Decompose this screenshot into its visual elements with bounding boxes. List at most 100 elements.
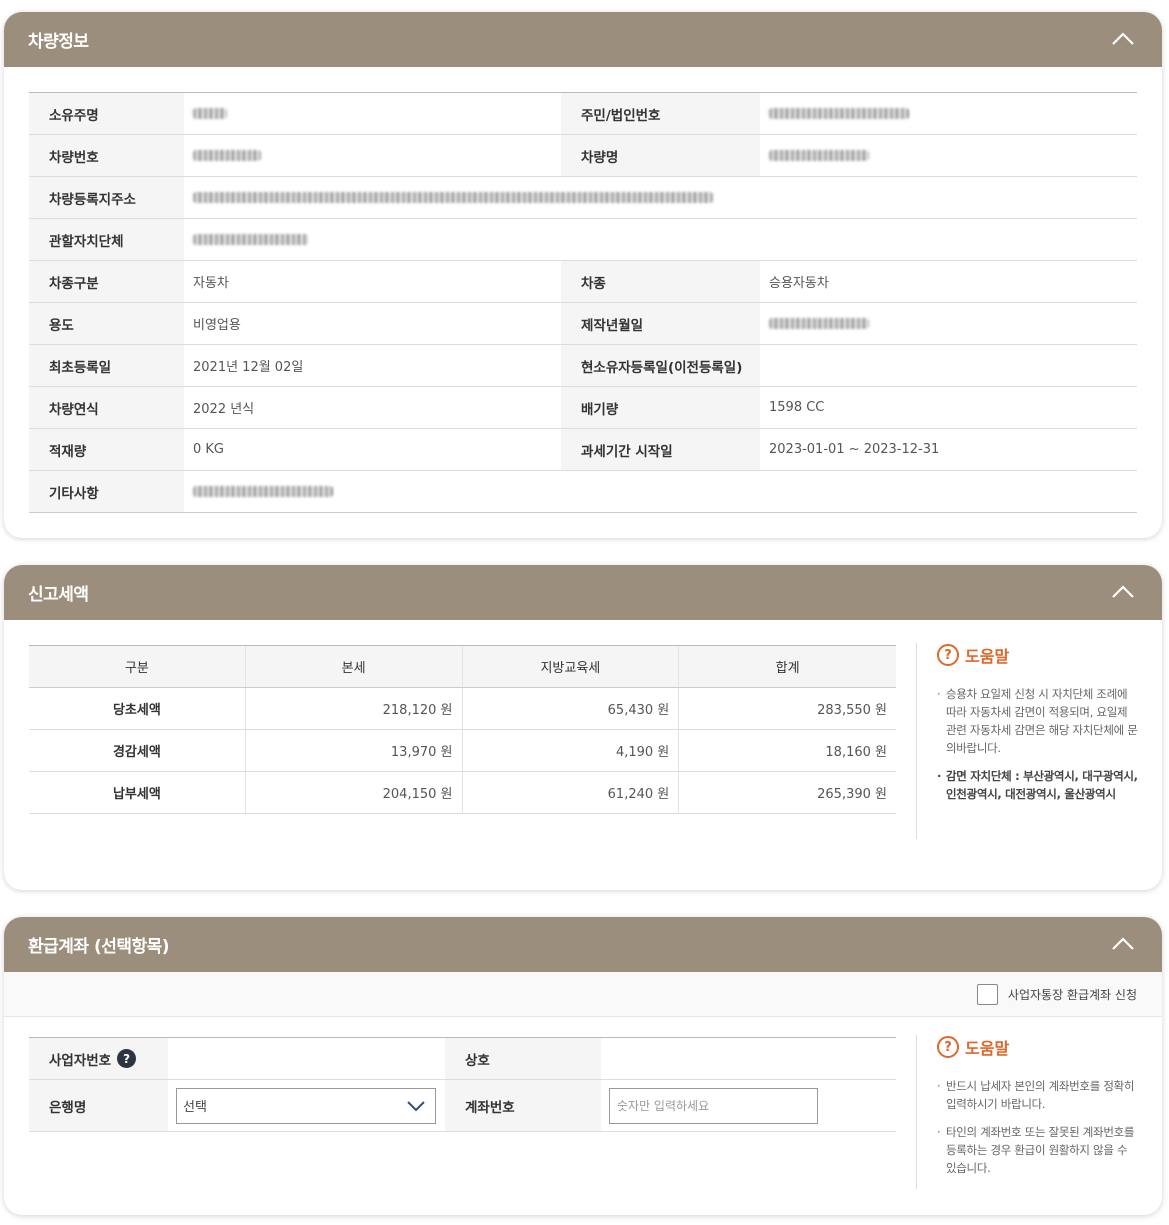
column-header: 구분 (29, 646, 246, 687)
load-capacity-label: 적재량 (29, 429, 184, 470)
table-row: 은행명 선택 계좌번호 (29, 1080, 896, 1132)
help-title-text: 도움말 (965, 647, 1010, 666)
tax-table: 구분 본세 지방교육세 합계 당초세액 218,120 원 65,430 원 2… (29, 645, 896, 814)
tax-period-label: 과세기간 시작일 (561, 429, 760, 470)
row-label: 경감세액 (29, 730, 246, 771)
address-value (184, 177, 1137, 218)
checkbox-box[interactable] (976, 984, 998, 1005)
business-no-value (168, 1038, 445, 1079)
refund-account-header[interactable]: 환급계좌 (선택항목) (4, 917, 1162, 972)
redacted-text (193, 192, 713, 203)
redacted-text (193, 234, 308, 245)
table-header-row: 구분 본세 지방교육세 합계 (29, 646, 896, 688)
displacement-label: 배기량 (561, 387, 760, 428)
redacted-text (193, 108, 227, 119)
local-gov-value (184, 219, 1137, 260)
help-list: 승용차 요일제 신청 시 자치단체 조례에 따라 자동차세 감면이 적용되며, … (937, 685, 1138, 803)
chevron-up-icon[interactable] (1110, 931, 1136, 957)
total-cell: 283,550 원 (817, 703, 887, 718)
owner-name-value (184, 93, 561, 134)
remarks-value (184, 471, 1137, 512)
vehicle-no-label: 차량번호 (29, 135, 184, 176)
panel-title: 차량정보 (28, 32, 89, 52)
table-row: 차량연식 2022 년식 배기량 1598 CC (29, 387, 1137, 429)
question-circle-icon: ? (937, 644, 959, 666)
declared-tax-header[interactable]: 신고세액 (4, 565, 1162, 620)
panel-title: 신고세액 (28, 585, 89, 605)
model-year-value: 2022 년식 (193, 402, 255, 417)
business-no-label: 사업자번호 ? (29, 1038, 168, 1079)
manufacture-date-value (760, 303, 1137, 344)
help-item: 반드시 납세자 본인의 계좌번호를 정확히 입력하시기 바랍니다. (937, 1077, 1138, 1113)
vehicle-info-header[interactable]: 차량정보 (4, 12, 1162, 67)
redacted-text (769, 150, 869, 161)
question-circle-icon: ? (937, 1036, 959, 1058)
help-title: ? 도움말 (937, 1035, 1138, 1059)
bank-select[interactable]: 선택 (176, 1087, 436, 1124)
column-header: 합계 (775, 661, 800, 676)
remarks-label: 기타사항 (29, 471, 184, 512)
resident-no-value (760, 93, 1137, 134)
total-cell: 18,160 원 (825, 745, 887, 760)
column-header: 본세 (246, 646, 463, 687)
help-box: ? 도움말 승용차 요일제 신청 시 자치단체 조례에 따라 자동차세 감면이 … (916, 643, 1138, 839)
resident-no-label: 주민/법인번호 (561, 93, 760, 134)
current-owner-registration-label: 현소유자등록일(이전등록일) (561, 345, 760, 386)
current-owner-registration-value (760, 345, 1137, 386)
business-no-label-text: 사업자번호 (49, 1052, 112, 1069)
load-capacity-value: 0 KG (193, 442, 225, 457)
table-row: 사업자번호 ? 상호 (29, 1038, 896, 1080)
help-box: ? 도움말 반드시 납세자 본인의 계좌번호를 정확히 입력하시기 바랍니다. … (916, 1035, 1138, 1189)
address-label: 차량등록지주소 (29, 177, 184, 218)
row-label: 당초세액 (29, 688, 246, 729)
vehicle-type-value: 승용자동차 (769, 276, 829, 291)
account-no-input[interactable] (609, 1087, 818, 1124)
vehicle-info-table: 소유주명 주민/법인번호 차량번호 차량명 차량등록지주소 관할자치단체 차종구… (29, 92, 1137, 513)
chevron-down-icon (407, 1100, 425, 1111)
question-help-icon[interactable]: ? (117, 1049, 137, 1068)
vehicle-name-value (760, 135, 1137, 176)
company-value (601, 1038, 896, 1079)
table-row: 경감세액 13,970 원 4,190 원 18,160 원 (29, 730, 896, 772)
refund-account-table: 사업자번호 ? 상호 은행명 선택 계좌번호 (29, 1037, 896, 1132)
checkbox-label: 사업자통장 환급계좌 신청 (1007, 988, 1137, 1002)
table-row: 기타사항 (29, 471, 1137, 513)
vehicle-info-panel: 차량정보 소유주명 주민/법인번호 차량번호 차량명 차량등록지주소 관할자치단… (4, 12, 1162, 538)
redacted-text (193, 150, 261, 161)
local-gov-label: 관할자치단체 (29, 219, 184, 260)
help-title: ? 도움말 (937, 643, 1138, 667)
account-no-cell (601, 1080, 896, 1131)
tax-period-value: 2023-01-01 ~ 2023-12-31 (769, 442, 940, 457)
bank-cell: 선택 (168, 1080, 445, 1131)
table-row: 적재량 0 KG 과세기간 시작일 2023-01-01 ~ 2023-12-3… (29, 429, 1137, 471)
vehicle-no-value (184, 135, 561, 176)
usage-label: 용도 (29, 303, 184, 344)
account-no-label: 계좌번호 (445, 1080, 601, 1131)
chevron-up-icon[interactable] (1110, 26, 1136, 52)
first-registration-label: 최초등록일 (29, 345, 184, 386)
help-item: 승용차 요일제 신청 시 자치단체 조례에 따라 자동차세 감면이 적용되며, … (937, 685, 1138, 757)
business-account-checkbox[interactable]: 사업자통장 환급계좌 신청 (976, 984, 1137, 1005)
help-title-text: 도움말 (965, 1039, 1010, 1058)
company-label: 상호 (445, 1038, 601, 1079)
chevron-up-icon[interactable] (1110, 579, 1136, 605)
vehicle-class-label: 차종구분 (29, 261, 184, 302)
table-row: 소유주명 주민/법인번호 (29, 93, 1137, 135)
option-bar: 사업자통장 환급계좌 신청 (4, 972, 1162, 1017)
total-cell: 265,390 원 (817, 787, 887, 802)
vehicle-class-value: 자동차 (193, 276, 229, 291)
model-year-label: 차량연식 (29, 387, 184, 428)
owner-name-label: 소유주명 (29, 93, 184, 134)
help-list: 반드시 납세자 본인의 계좌번호를 정확히 입력하시기 바랍니다. 타인의 계좌… (937, 1077, 1138, 1177)
redacted-text (193, 486, 333, 497)
table-row: 차량등록지주소 (29, 177, 1137, 219)
usage-value: 비영업용 (193, 318, 241, 333)
row-label: 납부세액 (29, 772, 246, 813)
vehicle-name-label: 차량명 (561, 135, 760, 176)
displacement-value: 1598 CC (769, 400, 825, 415)
table-row: 관할자치단체 (29, 219, 1137, 261)
column-header: 지방교육세 (463, 646, 680, 687)
edu-tax-cell: 65,430 원 (463, 688, 680, 729)
table-row: 용도 비영업용 제작년월일 (29, 303, 1137, 345)
table-row: 납부세액 204,150 원 61,240 원 265,390 원 (29, 772, 896, 814)
